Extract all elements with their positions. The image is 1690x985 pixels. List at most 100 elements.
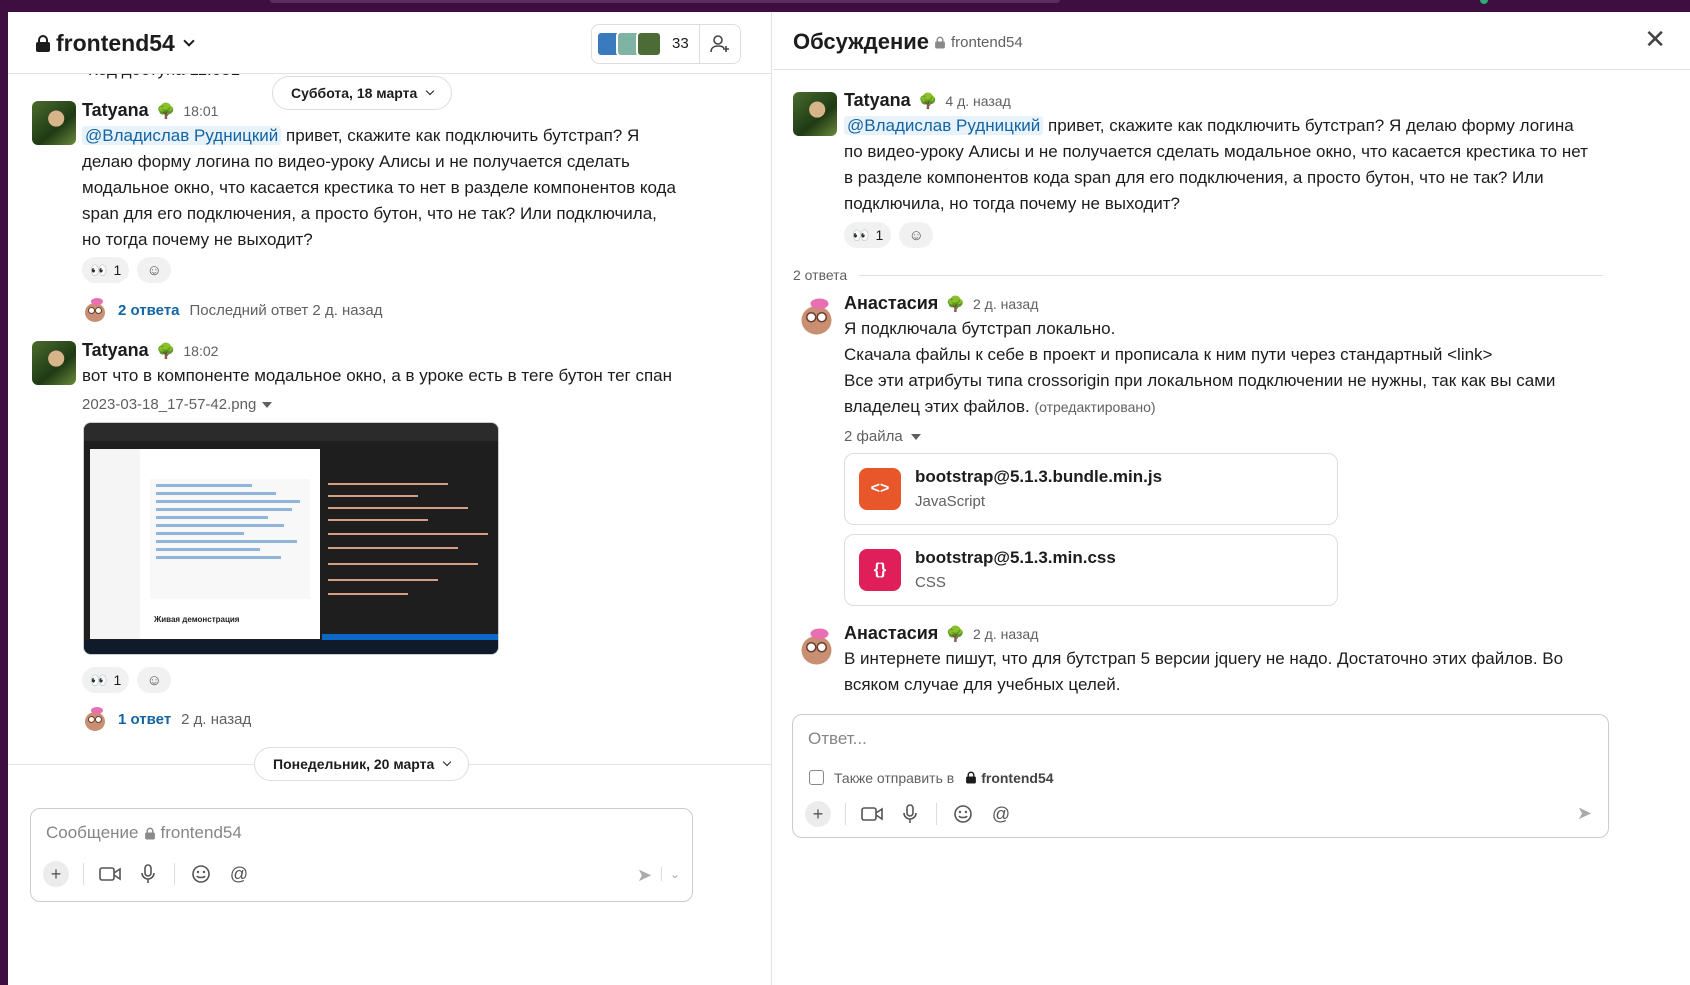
author-name[interactable]: Tatyana bbox=[82, 340, 149, 361]
file-title[interactable]: bootstrap@5.1.3.min.css bbox=[915, 548, 1116, 568]
replies-link[interactable]: 1 ответ bbox=[118, 711, 171, 728]
text-line: но тогда почему не выходит? bbox=[82, 230, 313, 249]
text-line: модальное окно, что касается крестика то… bbox=[82, 178, 676, 197]
message-input[interactable]: Сообщение frontend54 bbox=[46, 823, 242, 843]
also-send-channel-name: frontend54 bbox=[981, 769, 1054, 786]
text-line: привет, скажите как подключить бутстрап?… bbox=[1048, 116, 1574, 135]
thread-header: Обсуждение frontend54 ✕ bbox=[773, 12, 1690, 70]
text-line: Скачала файлы к себе в проект и прописал… bbox=[844, 345, 1493, 364]
tree-icon: 🌳 bbox=[946, 625, 965, 643]
file-card-css[interactable]: {} bootstrap@5.1.3.min.css CSS bbox=[844, 534, 1338, 606]
chevron-down-icon[interactable]: ⌄ bbox=[660, 867, 680, 881]
author-name[interactable]: Tatyana bbox=[82, 100, 149, 121]
emoji-icon[interactable] bbox=[189, 862, 213, 886]
channel-name-button[interactable]: frontend54 bbox=[36, 30, 195, 57]
reply-composer[interactable]: Ответ... Также отправить в frontend54 + … bbox=[792, 714, 1609, 838]
timestamp[interactable]: 2 д. назад bbox=[973, 626, 1038, 642]
file-toggle[interactable]: 2023-03-18_17-57-42.png bbox=[82, 396, 273, 413]
tree-icon: 🌳 bbox=[156, 342, 176, 360]
composer-toolbar: + @ bbox=[43, 861, 251, 887]
add-reaction-icon[interactable]: ☺ bbox=[137, 257, 172, 283]
file-title[interactable]: bootstrap@5.1.3.bundle.min.js bbox=[915, 467, 1162, 487]
also-send-checkbox[interactable] bbox=[809, 770, 824, 785]
author-name[interactable]: Анастасия bbox=[844, 623, 938, 644]
author-name[interactable]: Tatyana bbox=[844, 90, 911, 111]
channel-name: frontend54 bbox=[56, 30, 175, 56]
message-text: @Владислав Рудницкий привет, скажите как… bbox=[82, 123, 676, 253]
toolbar-separator bbox=[936, 803, 937, 825]
lock-icon bbox=[966, 771, 977, 784]
also-send-option[interactable]: Также отправить в frontend54 bbox=[809, 769, 1054, 786]
add-user-icon[interactable] bbox=[700, 25, 740, 63]
avatar[interactable] bbox=[32, 341, 76, 385]
text-line: подключила, но тогда почему не выходит? bbox=[844, 194, 1181, 213]
message-text: В интернете пишут, что для бутстрап 5 ве… bbox=[844, 646, 1563, 698]
members-button[interactable]: 33 bbox=[591, 24, 741, 64]
thread-summary[interactable]: 2 ответа Последний ответ 2 д. назад bbox=[82, 297, 382, 323]
text-line: Я подключала бутстрап локально. bbox=[844, 319, 1116, 338]
add-reaction-icon[interactable]: ☺ bbox=[899, 222, 934, 248]
owl-avatar[interactable] bbox=[797, 627, 836, 666]
placeholder-channel: frontend54 bbox=[160, 823, 242, 842]
stylesheet-file-icon: {} bbox=[859, 549, 901, 591]
tree-icon: 🌳 bbox=[946, 295, 965, 313]
microphone-icon[interactable] bbox=[136, 862, 160, 886]
avatar[interactable] bbox=[793, 92, 837, 136]
user-mention[interactable]: @Владислав Рудницкий bbox=[82, 126, 282, 145]
reactions: 👀 1 ☺ bbox=[844, 222, 934, 248]
also-send-channel: frontend54 bbox=[964, 769, 1054, 786]
timestamp[interactable]: 18:01 bbox=[183, 103, 218, 119]
chevron-down-icon bbox=[426, 86, 435, 95]
date-label: Понедельник, 20 марта bbox=[273, 756, 435, 772]
owl-avatar[interactable] bbox=[797, 297, 836, 336]
microphone-icon[interactable] bbox=[898, 802, 922, 826]
send-icon[interactable]: ➤ bbox=[1577, 803, 1592, 824]
text-line: владелец этих файлов. bbox=[844, 397, 1030, 416]
plus-icon[interactable]: + bbox=[43, 861, 69, 887]
author-name[interactable]: Анастасия bbox=[844, 293, 938, 314]
reaction-eyes[interactable]: 👀 1 bbox=[82, 667, 130, 693]
timestamp[interactable]: 2 д. назад bbox=[973, 296, 1038, 312]
emoji-icon[interactable] bbox=[951, 802, 975, 826]
eyes-icon: 👀 bbox=[852, 226, 870, 243]
files-toggle[interactable]: 2 файла bbox=[844, 428, 921, 445]
close-icon[interactable]: ✕ bbox=[1644, 26, 1666, 52]
date-divider-monday[interactable]: Понедельник, 20 марта bbox=[254, 747, 470, 781]
message-text: Я подключала бутстрап локально. Скачала … bbox=[844, 316, 1555, 420]
timestamp[interactable]: 4 д. назад bbox=[945, 93, 1010, 109]
user-mention[interactable]: @Владислав Рудницкий bbox=[844, 116, 1044, 135]
toolbar-separator bbox=[845, 803, 846, 825]
reaction-eyes[interactable]: 👀 1 bbox=[844, 222, 892, 248]
message-header: Tatyana 🌳 4 д. назад bbox=[844, 90, 1011, 111]
add-reaction-icon[interactable]: ☺ bbox=[137, 667, 172, 693]
also-send-label: Также отправить в bbox=[834, 769, 955, 786]
avatar[interactable] bbox=[32, 101, 76, 145]
file-card-js[interactable]: <> bootstrap@5.1.3.bundle.min.js JavaScr… bbox=[844, 453, 1338, 525]
thread-summary[interactable]: 1 ответ 2 д. назад bbox=[82, 706, 251, 732]
tree-icon: 🌳 bbox=[918, 92, 938, 110]
video-icon[interactable] bbox=[98, 862, 122, 886]
image-thumbnail[interactable]: Живая демонстрация bbox=[83, 422, 499, 655]
timestamp[interactable]: 18:02 bbox=[183, 343, 218, 359]
replies-count: 2 ответа bbox=[793, 267, 848, 283]
thread-channel[interactable]: frontend54 bbox=[933, 34, 1023, 51]
mention-icon[interactable]: @ bbox=[989, 802, 1013, 826]
date-divider-saturday[interactable]: Суббота, 18 марта bbox=[272, 76, 453, 110]
thread-pane: Обсуждение frontend54 ✕ Tatyana 🌳 4 д. н… bbox=[773, 12, 1690, 985]
message-text: @Владислав Рудницкий привет, скажите как… bbox=[844, 113, 1588, 217]
edited-label: (отредактировано) bbox=[1034, 399, 1156, 415]
composer-toolbar: + @ bbox=[805, 801, 1013, 827]
send-icon[interactable]: ➤ bbox=[637, 865, 652, 886]
plus-icon[interactable]: + bbox=[805, 801, 831, 827]
reply-input[interactable]: Ответ... bbox=[808, 729, 867, 749]
reaction-eyes[interactable]: 👀 1 bbox=[82, 257, 130, 283]
lock-icon bbox=[935, 36, 945, 49]
replies-link[interactable]: 2 ответа bbox=[118, 302, 180, 319]
message-composer[interactable]: Сообщение frontend54 + @ ➤ ⌄ bbox=[30, 808, 693, 902]
reaction-count: 1 bbox=[113, 672, 122, 688]
mention-icon[interactable]: @ bbox=[227, 862, 251, 886]
search-bar-edge[interactable] bbox=[270, 0, 1060, 3]
video-icon[interactable] bbox=[860, 802, 884, 826]
caret-down-icon bbox=[262, 401, 273, 408]
reaction-count: 1 bbox=[875, 227, 884, 243]
